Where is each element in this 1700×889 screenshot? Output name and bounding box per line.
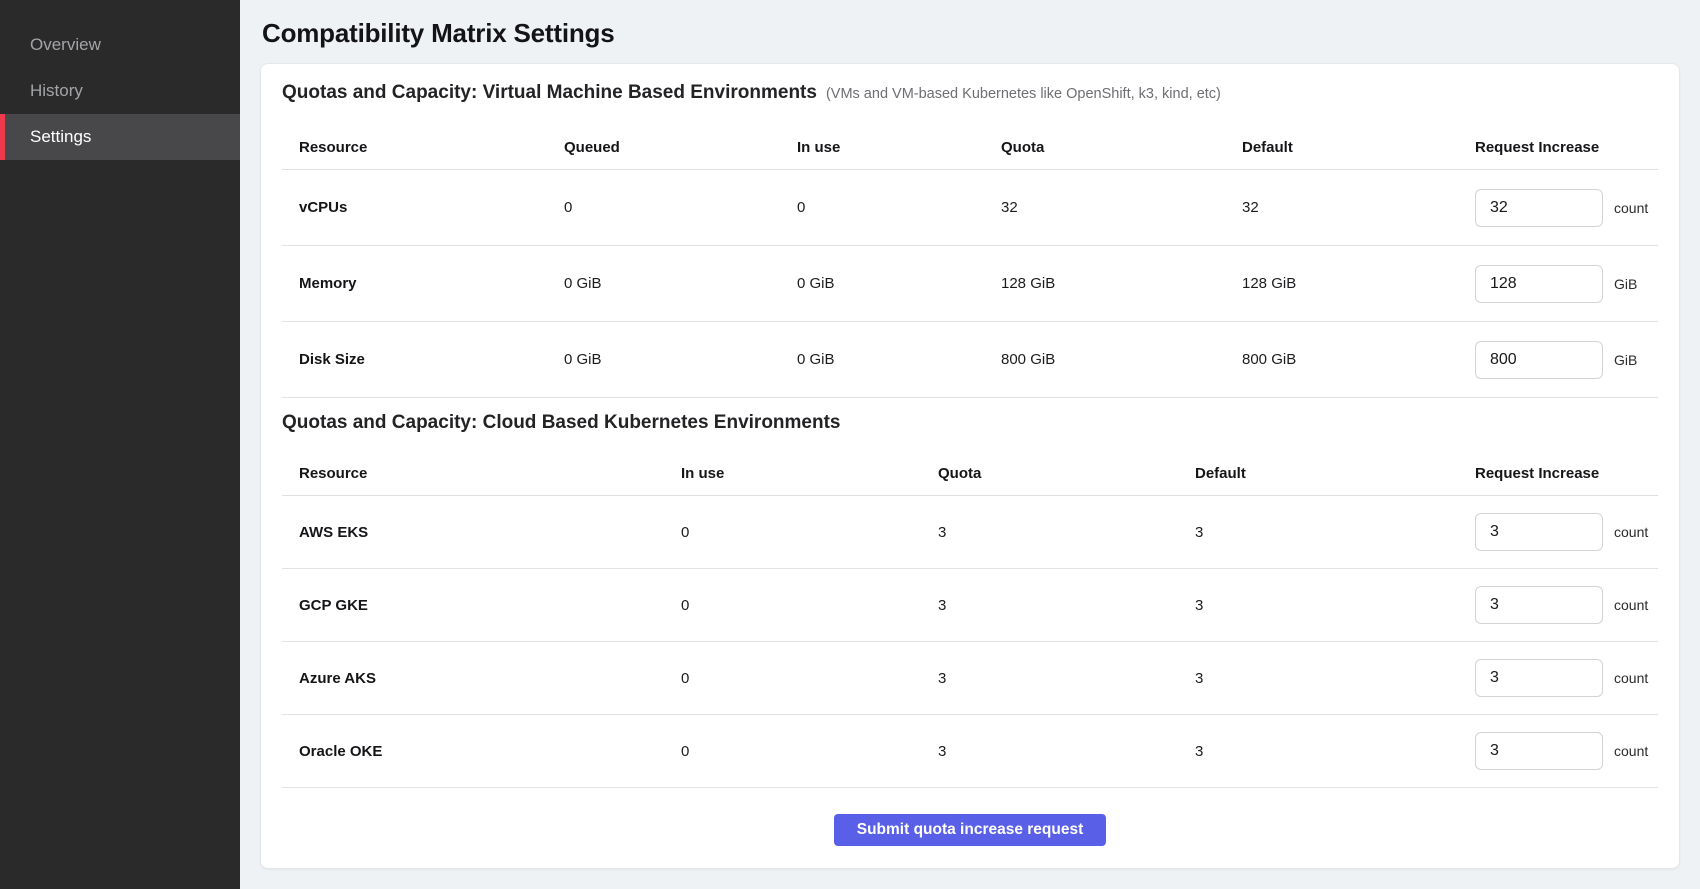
table-row-oracle-oke: Oracle OKE 0 3 3 count xyxy=(282,715,1658,788)
request-increase-cell: count xyxy=(1475,513,1658,551)
quota-value: 3 xyxy=(938,524,1195,541)
column-header-default: Default xyxy=(1242,139,1475,156)
quota-value: 3 xyxy=(938,597,1195,614)
in-use-value: 0 xyxy=(681,670,938,687)
vm-section-note: (VMs and VM-based Kubernetes like OpenSh… xyxy=(826,86,1221,102)
resource-label: vCPUs xyxy=(282,199,564,216)
request-increase-input-aws-eks[interactable] xyxy=(1475,513,1603,551)
submit-quota-increase-button[interactable]: Submit quota increase request xyxy=(834,814,1107,846)
table-row-memory: Memory 0 GiB 0 GiB 128 GiB 128 GiB GiB xyxy=(282,246,1658,322)
column-header-in-use: In use xyxy=(681,465,938,482)
resource-label: GCP GKE xyxy=(282,597,681,614)
quota-value: 32 xyxy=(1001,199,1242,216)
queued-value: 0 GiB xyxy=(564,275,797,292)
in-use-value: 0 xyxy=(681,524,938,541)
unit-label: count xyxy=(1614,524,1648,540)
vm-section-header: Quotas and Capacity: Virtual Machine Bas… xyxy=(282,82,1658,110)
request-increase-cell: GiB xyxy=(1475,341,1658,379)
request-increase-input-vcpus[interactable] xyxy=(1475,189,1603,227)
default-value: 128 GiB xyxy=(1242,275,1475,292)
column-header-queued: Queued xyxy=(564,139,797,156)
cloud-section-header: Quotas and Capacity: Cloud Based Kuberne… xyxy=(282,412,1658,440)
column-header-default: Default xyxy=(1195,465,1475,482)
card-footer: Submit quota increase request xyxy=(282,814,1658,846)
resource-label: Disk Size xyxy=(282,351,564,368)
table-row-aws-eks: AWS EKS 0 3 3 count xyxy=(282,496,1658,569)
request-increase-input-oracle-oke[interactable] xyxy=(1475,732,1603,770)
in-use-value: 0 GiB xyxy=(797,351,1001,368)
request-increase-cell: GiB xyxy=(1475,265,1658,303)
default-value: 800 GiB xyxy=(1242,351,1475,368)
table-row-disk-size: Disk Size 0 GiB 0 GiB 800 GiB 800 GiB Gi… xyxy=(282,322,1658,398)
cloud-quota-table: Resource In use Quota Default Request In… xyxy=(282,440,1658,788)
unit-label: count xyxy=(1614,670,1648,686)
in-use-value: 0 xyxy=(681,597,938,614)
unit-label: count xyxy=(1614,200,1648,216)
quota-value: 3 xyxy=(938,670,1195,687)
request-increase-input-gcp-gke[interactable] xyxy=(1475,586,1603,624)
resource-label: Memory xyxy=(282,275,564,292)
sidebar-nav: Overview History Settings xyxy=(0,22,240,160)
column-header-in-use: In use xyxy=(797,139,1001,156)
column-header-resource: Resource xyxy=(282,465,681,482)
in-use-value: 0 GiB xyxy=(797,275,1001,292)
column-header-quota: Quota xyxy=(938,465,1195,482)
page-title: Compatibility Matrix Settings xyxy=(262,18,1680,49)
main-content: Compatibility Matrix Settings Quotas and… xyxy=(240,0,1700,889)
resource-label: Azure AKS xyxy=(282,670,681,687)
default-value: 3 xyxy=(1195,670,1475,687)
unit-label: count xyxy=(1614,597,1648,613)
sidebar-item-history[interactable]: History xyxy=(0,68,240,114)
table-row-gcp-gke: GCP GKE 0 3 3 count xyxy=(282,569,1658,642)
quota-value: 3 xyxy=(938,743,1195,760)
default-value: 32 xyxy=(1242,199,1475,216)
request-increase-input-memory[interactable] xyxy=(1475,265,1603,303)
sidebar-item-settings[interactable]: Settings xyxy=(0,114,240,160)
table-row-azure-aks: Azure AKS 0 3 3 count xyxy=(282,642,1658,715)
request-increase-cell: count xyxy=(1475,732,1658,770)
unit-label: GiB xyxy=(1614,352,1637,368)
default-value: 3 xyxy=(1195,597,1475,614)
request-increase-cell: count xyxy=(1475,659,1658,697)
vm-section-title: Quotas and Capacity: Virtual Machine Bas… xyxy=(282,82,817,104)
default-value: 3 xyxy=(1195,743,1475,760)
sidebar: Overview History Settings xyxy=(0,0,240,889)
cloud-section-title: Quotas and Capacity: Cloud Based Kuberne… xyxy=(282,412,841,434)
in-use-value: 0 xyxy=(797,199,1001,216)
request-increase-cell: count xyxy=(1475,586,1658,624)
column-header-resource: Resource xyxy=(282,139,564,156)
column-header-request-increase: Request Increase xyxy=(1475,465,1658,482)
vm-quota-table: Resource Queued In use Quota Default Req… xyxy=(282,110,1658,398)
table-row-vcpus: vCPUs 0 0 32 32 count xyxy=(282,170,1658,246)
unit-label: GiB xyxy=(1614,276,1637,292)
request-increase-input-azure-aks[interactable] xyxy=(1475,659,1603,697)
request-increase-input-disk-size[interactable] xyxy=(1475,341,1603,379)
resource-label: Oracle OKE xyxy=(282,743,681,760)
quota-settings-card: Quotas and Capacity: Virtual Machine Bas… xyxy=(260,63,1680,869)
column-header-quota: Quota xyxy=(1001,139,1242,156)
resource-label: AWS EKS xyxy=(282,524,681,541)
quota-value: 800 GiB xyxy=(1001,351,1242,368)
unit-label: count xyxy=(1614,743,1648,759)
queued-value: 0 GiB xyxy=(564,351,797,368)
default-value: 3 xyxy=(1195,524,1475,541)
vm-table-header-row: Resource Queued In use Quota Default Req… xyxy=(282,110,1658,170)
quota-value: 128 GiB xyxy=(1001,275,1242,292)
in-use-value: 0 xyxy=(681,743,938,760)
sidebar-item-overview[interactable]: Overview xyxy=(0,22,240,68)
request-increase-cell: count xyxy=(1475,189,1658,227)
queued-value: 0 xyxy=(564,199,797,216)
column-header-request-increase: Request Increase xyxy=(1475,139,1658,156)
cloud-table-header-row: Resource In use Quota Default Request In… xyxy=(282,440,1658,496)
